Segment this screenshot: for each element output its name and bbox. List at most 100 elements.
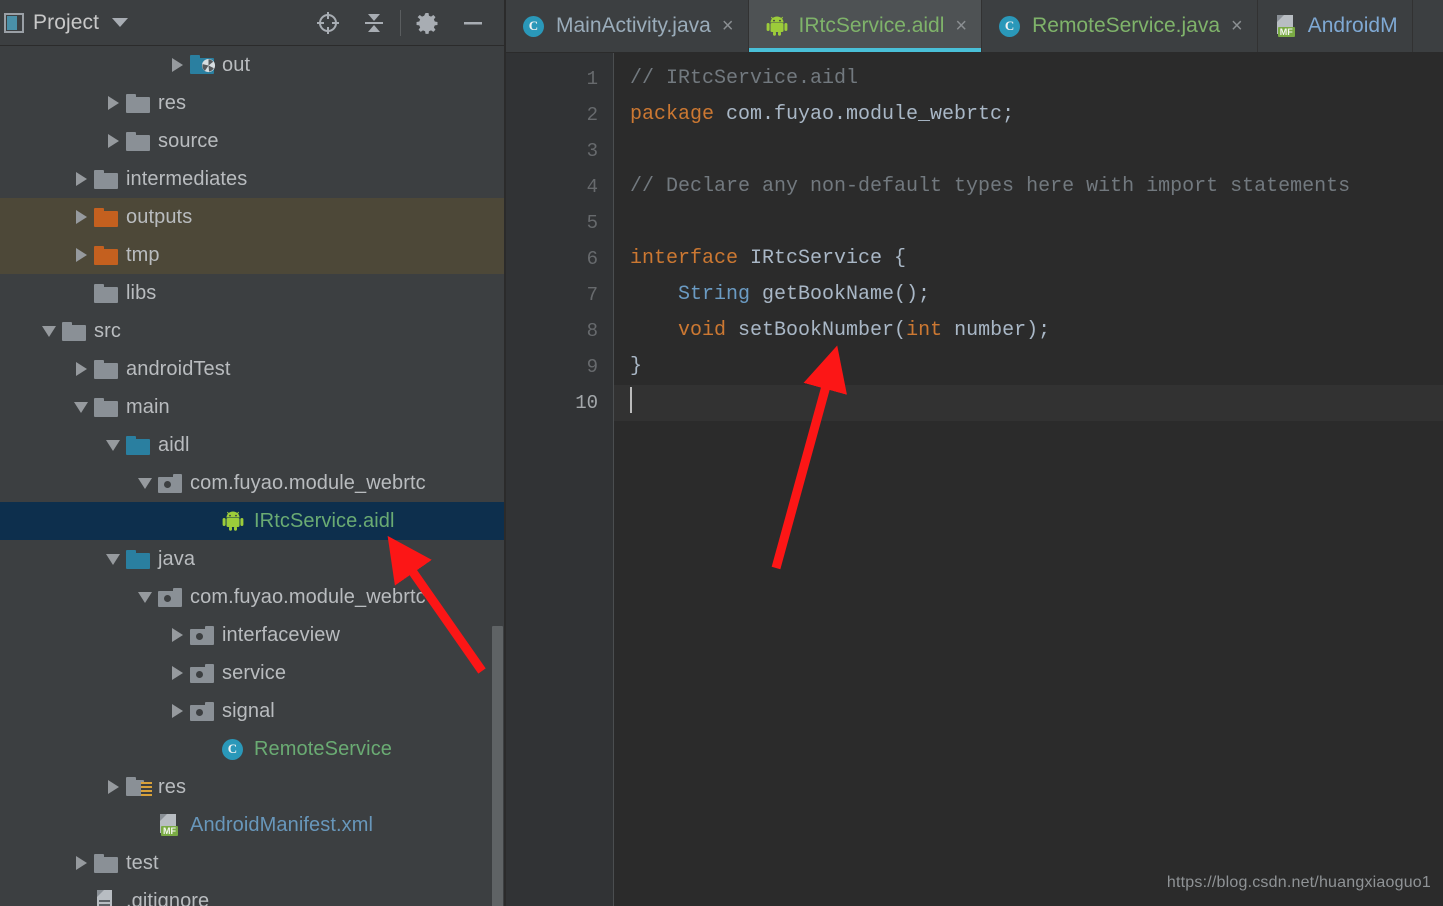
chevron-right-icon[interactable]	[164, 654, 190, 692]
project-tree-scrollbar[interactable]	[492, 626, 503, 906]
chevron-right-icon[interactable]	[164, 692, 190, 730]
project-tree[interactable]: out res source intermediates outputs tmp libs s…	[0, 46, 506, 906]
chevron-right-icon[interactable]	[100, 84, 126, 122]
tree-row[interactable]: MF AndroidManifest.xml	[0, 806, 506, 844]
code-line[interactable]: package com.fuyao.module_webrtc;	[614, 97, 1443, 133]
tree-row[interactable]: com.fuyao.module_webrtc	[0, 464, 506, 502]
tree-item-label: tmp	[126, 243, 160, 266]
chevron-down-icon[interactable]	[100, 540, 126, 578]
chevron-right-icon[interactable]	[68, 844, 94, 882]
chevron-right-icon[interactable]	[100, 768, 126, 806]
tree-row[interactable]: out	[0, 46, 506, 84]
collapse-all-icon[interactable]	[351, 3, 397, 43]
tree-item-label: IRtcService.aidl	[254, 509, 395, 532]
code-token: com.fuyao.module_webrtc;	[714, 103, 1015, 126]
tree-item-label: out	[222, 53, 251, 76]
twisty-placeholder	[68, 882, 94, 906]
code-line[interactable]	[614, 133, 1443, 169]
chevron-down-icon[interactable]	[132, 578, 158, 616]
chevron-right-icon[interactable]	[100, 122, 126, 160]
folder-icon	[94, 160, 122, 198]
page-title: Project	[33, 10, 100, 34]
code-line[interactable]: void setBookNumber(int number);	[614, 313, 1443, 349]
code-editor[interactable]: 1 2 3 4 5 6 7 8 9 10 // IRtcService.aidl package c…	[506, 53, 1443, 906]
line-number: 7	[586, 284, 598, 306]
line-number: 2	[586, 104, 598, 126]
code-content[interactable]: // IRtcService.aidl package com.fuyao.mod…	[614, 53, 1443, 906]
line-number: 8	[586, 320, 598, 342]
folder-icon	[94, 236, 122, 274]
chevron-down-icon[interactable]	[36, 312, 62, 350]
code-token: getBookName();	[750, 283, 931, 306]
tree-item-label: RemoteService	[254, 737, 393, 760]
editor-tab[interactable]: C RemoteService.java ×	[982, 0, 1258, 52]
chevron-right-icon[interactable]	[68, 160, 94, 198]
code-line[interactable]: interface IRtcService {	[614, 241, 1443, 277]
tree-row[interactable]: interfaceview	[0, 616, 506, 654]
chevron-down-icon[interactable]	[112, 18, 129, 27]
code-token: void	[678, 319, 727, 342]
tree-row[interactable]: .gitignore	[0, 882, 506, 906]
code-line[interactable]	[614, 385, 1443, 421]
chevron-right-icon[interactable]	[68, 236, 94, 274]
code-line[interactable]: }	[614, 349, 1443, 385]
chevron-right-icon[interactable]	[68, 350, 94, 388]
code-token: // Declare any non-default types here wi…	[630, 175, 1351, 198]
tree-row[interactable]: java	[0, 540, 506, 578]
tree-row[interactable]: outputs	[0, 198, 506, 236]
chevron-down-icon[interactable]	[132, 464, 158, 502]
editor-tab[interactable]: IRtcService.aidl ×	[748, 0, 983, 52]
editor-tab[interactable]: C MainActivity.java ×	[506, 0, 749, 52]
tree-item-label: main	[126, 395, 170, 418]
tree-row[interactable]: tmp	[0, 236, 506, 274]
tree-item-label: AndroidManifest.xml	[190, 813, 374, 836]
tree-item-label: com.fuyao.module_webrtc	[190, 471, 426, 494]
tree-row[interactable]: source	[0, 122, 506, 160]
crosshair-target-icon[interactable]	[305, 3, 351, 43]
code-token: String	[678, 283, 751, 306]
code-line[interactable]	[614, 205, 1443, 241]
tree-row[interactable]: res	[0, 768, 506, 806]
tree-row[interactable]: main	[0, 388, 506, 426]
chevron-right-icon[interactable]	[68, 198, 94, 236]
tree-row[interactable]: androidTest	[0, 350, 506, 388]
close-icon[interactable]: ×	[955, 16, 967, 36]
tree-row[interactable]: test	[0, 844, 506, 882]
project-title-group[interactable]: Project	[4, 11, 305, 35]
close-icon[interactable]: ×	[722, 16, 734, 36]
tree-row[interactable]: service	[0, 654, 506, 692]
editor-tab[interactable]: MF AndroidM	[1258, 0, 1413, 52]
editor-tab-label: RemoteService.java	[1032, 14, 1221, 37]
tree-row[interactable]: intermediates	[0, 160, 506, 198]
line-number: 1	[586, 68, 598, 90]
folder-icon	[126, 540, 154, 578]
folder-icon	[94, 198, 122, 236]
tree-row[interactable]: C RemoteService	[0, 730, 506, 768]
watermark-text: https://blog.csdn.net/huangxiaoguo1	[1166, 874, 1431, 891]
android-file-icon	[766, 7, 790, 45]
tree-row[interactable]: libs	[0, 274, 506, 312]
code-line[interactable]: String getBookName();	[614, 277, 1443, 313]
tree-row[interactable]: com.fuyao.module_webrtc	[0, 578, 506, 616]
chevron-down-icon[interactable]	[100, 426, 126, 464]
code-token: }	[630, 355, 643, 378]
tree-row[interactable]: aidl	[0, 426, 506, 464]
tree-item-label: outputs	[126, 205, 193, 228]
tree-row[interactable]: signal	[0, 692, 506, 730]
minimize-icon[interactable]	[450, 3, 496, 43]
chevron-right-icon[interactable]	[164, 616, 190, 654]
close-icon[interactable]: ×	[1231, 16, 1243, 36]
tree-row[interactable]: src	[0, 312, 506, 350]
chevron-down-icon[interactable]	[68, 388, 94, 426]
code-line[interactable]: // IRtcService.aidl	[614, 61, 1443, 97]
gear-icon[interactable]	[404, 3, 450, 43]
chevron-right-icon[interactable]	[164, 46, 190, 84]
tree-row[interactable]: IRtcService.aidl	[0, 502, 506, 540]
project-panel-header: Project	[0, 0, 506, 46]
code-line[interactable]: // Declare any non-default types here wi…	[614, 169, 1443, 205]
android-studio-window: Project out res source intermediates out…	[0, 0, 1443, 906]
manifest-file-icon: MF	[158, 806, 186, 844]
tree-row[interactable]: res	[0, 84, 506, 122]
res-folder-icon	[126, 768, 154, 806]
folder-icon	[94, 388, 122, 426]
